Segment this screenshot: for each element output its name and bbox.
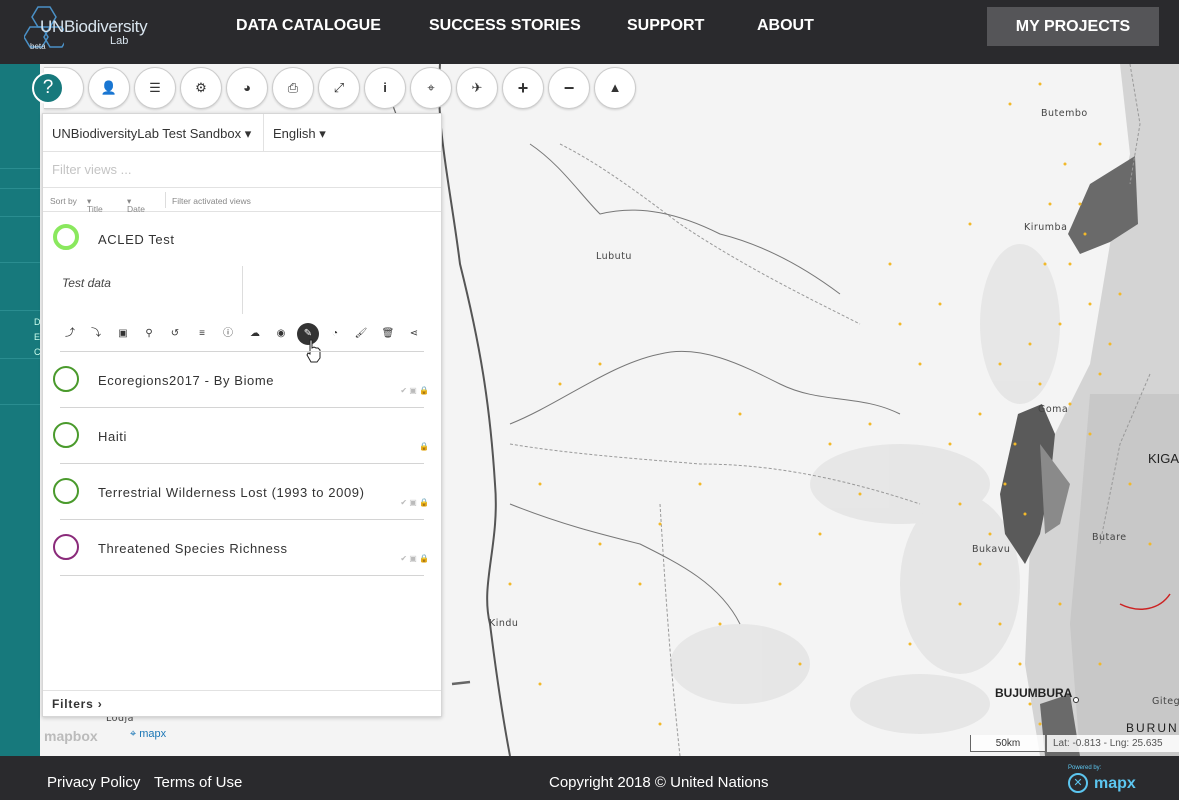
- views-panel: UNBiodiversityLab Test Sandbox ▾ English…: [42, 113, 442, 717]
- view-toggle-circle[interactable]: [53, 366, 79, 392]
- binoculars-icon[interactable]: ⚲: [141, 326, 157, 342]
- mapx-logo[interactable]: ⌖ mapx: [130, 728, 166, 741]
- view-title: Threatened Species Richness: [98, 541, 288, 556]
- nav-data-catalogue[interactable]: DATA CATALOGUE: [236, 17, 381, 35]
- view-badges: ✔ ▣ 🔒: [400, 386, 429, 395]
- user-icon[interactable]: 👤: [88, 67, 130, 109]
- privacy-policy-link[interactable]: Privacy Policy: [47, 774, 140, 791]
- pie-chart-icon[interactable]: ◕: [226, 67, 268, 109]
- place-label: Butare: [1092, 532, 1127, 543]
- view-toggle-circle[interactable]: [53, 224, 79, 250]
- map-marker-icon[interactable]: ⌖: [410, 67, 452, 109]
- zoom-out-icon[interactable]: −: [548, 67, 590, 109]
- view-title: Terrestrial Wilderness Lost (1993 to 200…: [98, 485, 365, 500]
- sliders-icon[interactable]: ≡: [194, 326, 210, 342]
- trash-icon[interactable]: 🗑: [380, 326, 396, 342]
- move-up-icon[interactable]: ⤴: [62, 326, 78, 342]
- image-icon[interactable]: ▣: [115, 326, 131, 342]
- panel-header: UNBiodiversityLab Test Sandbox ▾ English…: [43, 114, 441, 152]
- footer: Privacy Policy Terms of Use Copyright 20…: [0, 756, 1179, 800]
- mapbox-logo[interactable]: mapbox: [44, 728, 98, 744]
- help-button[interactable]: ?: [32, 72, 64, 104]
- sort-row: Sort by Title ▾ Date ▾ Filter activated …: [43, 188, 441, 214]
- mapx-footer-brand[interactable]: mapx: [1094, 775, 1136, 793]
- beta-badge: beta: [30, 42, 46, 51]
- filters-toggle[interactable]: Filters ›: [43, 690, 441, 716]
- my-projects-button[interactable]: MY PROJECTS: [987, 7, 1159, 46]
- place-label: Gitega: [1152, 696, 1179, 707]
- zoom-in-icon[interactable]: +: [502, 67, 544, 109]
- place-label: Bukavu: [972, 544, 1011, 555]
- plane-icon[interactable]: ✈: [456, 67, 498, 109]
- camera-icon[interactable]: ◉: [273, 326, 289, 342]
- view-toggle-circle[interactable]: [53, 478, 79, 504]
- capital-label: BUJUMBURA: [995, 686, 1073, 700]
- capital-label: KIGA: [1148, 451, 1179, 466]
- reset-icon[interactable]: ↺: [167, 326, 183, 342]
- view-title: Haiti: [98, 429, 128, 444]
- project-select[interactable]: UNBiodiversityLab Test Sandbox ▾: [52, 126, 251, 142]
- view-tools-row: ⤴ ⤵ ▣ ⚲ ↺ ≡ ⓘ ☁ ◉ ✎ ◔ 🖌 🗑 ⋖: [60, 323, 430, 345]
- logo-text: UNBiodiversity: [40, 17, 148, 36]
- unbl-logo[interactable]: UNBiodiversity Lab beta: [24, 5, 154, 55]
- print-icon[interactable]: ⎙: [272, 67, 314, 109]
- view-badges: ✔ ▣ 🔒: [400, 554, 429, 563]
- powered-by-label: Powered by:: [1068, 765, 1102, 771]
- move-down-icon[interactable]: ⤵: [88, 326, 104, 342]
- pie-chart-icon[interactable]: ◔: [327, 326, 343, 342]
- sort-label: Sort by: [50, 196, 77, 206]
- copyright-text: Copyright 2018 © United Nations: [549, 774, 769, 791]
- filter-views-input[interactable]: [52, 162, 422, 177]
- info-icon[interactable]: i: [364, 67, 406, 109]
- nav-success-stories[interactable]: SUCCESS STORIES: [429, 17, 581, 35]
- expand-icon[interactable]: ⤢: [318, 67, 360, 109]
- nav-support[interactable]: SUPPORT: [627, 17, 704, 35]
- terms-of-use-link[interactable]: Terms of Use: [154, 774, 242, 791]
- brush-icon[interactable]: 🖌: [353, 326, 369, 342]
- left-sidebar: D E C: [0, 64, 41, 756]
- view-badges: ✔ ▣ 🔒: [400, 498, 429, 507]
- language-select[interactable]: English ▾: [273, 126, 326, 142]
- place-label: Kindu: [489, 618, 519, 629]
- place-label: Goma: [1038, 404, 1069, 415]
- view-toggle-circle[interactable]: [53, 422, 79, 448]
- sort-date-button[interactable]: Date ▾: [127, 196, 145, 214]
- filter-activated-button[interactable]: Filter activated views: [172, 196, 251, 206]
- share-icon[interactable]: ⋖: [406, 326, 422, 342]
- country-label: BURUN: [1126, 721, 1179, 735]
- place-label: Lubutu: [596, 251, 632, 262]
- lock-icon: 🔒: [419, 442, 429, 451]
- sort-title-button[interactable]: Title ▾: [87, 196, 103, 214]
- coordinates-readout: Lat: -0.813 - Lng: 25.635: [1047, 735, 1179, 752]
- info-icon[interactable]: ⓘ: [220, 326, 236, 342]
- view-description: Test data: [62, 276, 111, 290]
- cloud-download-icon[interactable]: ☁: [247, 326, 263, 342]
- view-title: ACLED Test: [98, 232, 175, 247]
- nav-about[interactable]: ABOUT: [757, 17, 814, 35]
- north-arrow-icon[interactable]: ▲: [594, 67, 636, 109]
- cogs-icon[interactable]: ⚙: [180, 67, 222, 109]
- mapx-footer-icon: ✕: [1068, 773, 1088, 793]
- place-label: Kirumba: [1024, 222, 1068, 233]
- view-toggle-circle[interactable]: [53, 534, 79, 560]
- logo-text-lab: Lab: [110, 35, 129, 47]
- list-icon[interactable]: ☰: [134, 67, 176, 109]
- place-label: Butembo: [1041, 108, 1088, 119]
- scale-bar: 50km: [970, 735, 1046, 752]
- top-navbar: UNBiodiversity Lab beta DATA CATALOGUE S…: [0, 0, 1179, 64]
- view-title: Ecoregions2017 - By Biome: [98, 373, 275, 388]
- filter-views: [43, 152, 441, 188]
